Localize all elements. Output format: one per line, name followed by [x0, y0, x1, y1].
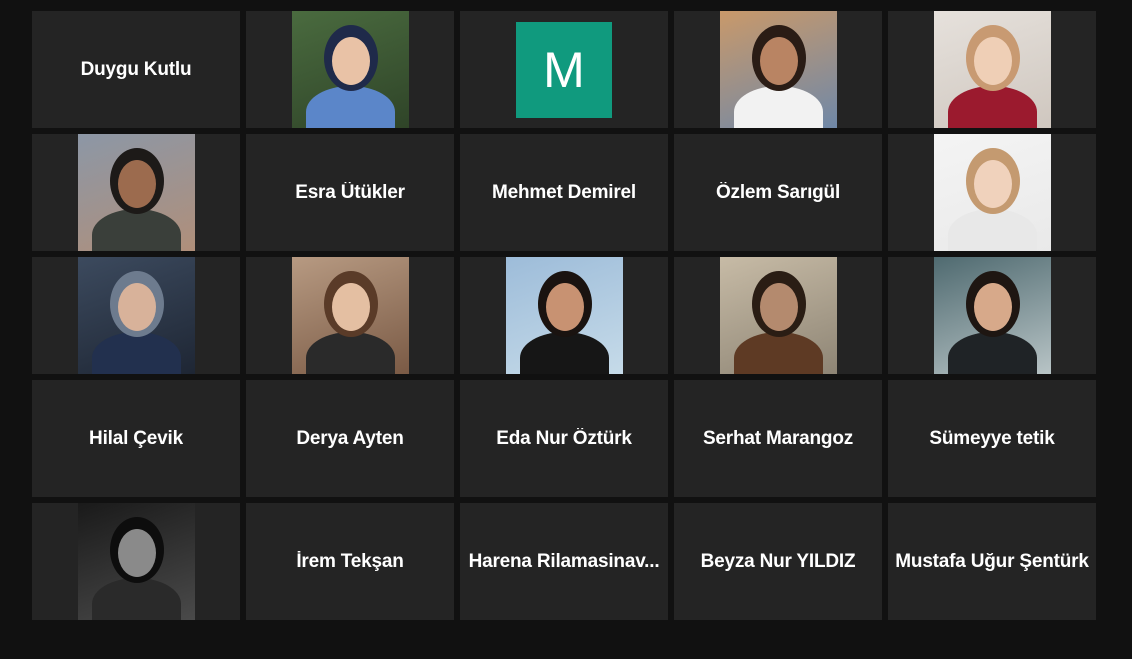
participant-tile[interactable]: Hilal Çevik	[32, 380, 240, 497]
avatar-face	[331, 37, 370, 85]
participant-tile[interactable]: Esra Ütükler	[246, 134, 454, 251]
avatar-face	[545, 283, 584, 331]
participant-tile[interactable]: Derya Ayten	[246, 380, 454, 497]
participant-tile[interactable]: Duygu Kutlu	[32, 11, 240, 128]
participant-photo	[719, 257, 837, 374]
participant-tile[interactable]	[246, 257, 454, 374]
participant-tile[interactable]: Özlem Sarıgül	[674, 134, 882, 251]
avatar-face	[973, 160, 1012, 208]
avatar-shoulders	[519, 332, 609, 374]
participant-tile[interactable]	[888, 134, 1096, 251]
avatar-face	[973, 283, 1012, 331]
participant-name: Esra Ütükler	[295, 181, 405, 203]
participant-name: Sümeyye tetik	[929, 427, 1055, 449]
participant-photo	[291, 11, 409, 128]
avatar-face	[117, 160, 156, 208]
participant-photo	[77, 257, 195, 374]
participant-tile[interactable]: Eda Nur Öztürk	[460, 380, 668, 497]
participant-tile[interactable]: Mustafa Uğur Şentürk	[888, 503, 1096, 620]
avatar-shoulders	[947, 86, 1037, 128]
participant-photo	[77, 503, 195, 620]
avatar-shoulders	[947, 209, 1037, 251]
participant-photo	[291, 257, 409, 374]
avatar-face	[331, 283, 370, 331]
participant-photo	[933, 11, 1051, 128]
participant-name: İrem Tekşan	[296, 550, 404, 572]
avatar-shoulders	[91, 578, 181, 620]
participant-name: Harena Rilamasinav...	[468, 550, 660, 572]
participant-tile[interactable]	[246, 11, 454, 128]
participant-name: Duygu Kutlu	[80, 58, 192, 80]
avatar-face	[759, 283, 798, 331]
participant-tile[interactable]	[460, 257, 668, 374]
participant-tile[interactable]	[32, 257, 240, 374]
avatar-shoulders	[733, 332, 823, 374]
participant-tile[interactable]: İrem Tekşan	[246, 503, 454, 620]
participant-tile[interactable]: Serhat Marangoz	[674, 380, 882, 497]
participant-tile[interactable]: Sümeyye tetik	[888, 380, 1096, 497]
avatar-shoulders	[305, 86, 395, 128]
initial-avatar: M	[516, 21, 612, 118]
avatar-face	[117, 529, 156, 577]
participant-name: Derya Ayten	[296, 427, 404, 449]
participant-tile[interactable]	[32, 134, 240, 251]
avatar-shoulders	[305, 332, 395, 374]
participant-name: Mehmet Demirel	[492, 181, 636, 203]
participant-tile[interactable]	[888, 11, 1096, 128]
avatar-shoulders	[733, 86, 823, 128]
participant-photo	[719, 11, 837, 128]
participant-name: Beyza Nur YILDIZ	[700, 550, 856, 572]
participant-gallery: Duygu Kutlu M Esra Ütükler Mehmet Demirel Öz…	[32, 11, 1096, 620]
participant-photo	[77, 134, 195, 251]
participant-photo	[933, 134, 1051, 251]
avatar-shoulders	[91, 332, 181, 374]
participant-photo	[505, 257, 623, 374]
avatar-shoulders	[947, 332, 1037, 374]
participant-tile[interactable]: Harena Rilamasinav...	[460, 503, 668, 620]
participant-tile[interactable]: Beyza Nur YILDIZ	[674, 503, 882, 620]
avatar-face	[759, 37, 798, 85]
participant-photo	[933, 257, 1051, 374]
participant-tile[interactable]	[674, 11, 882, 128]
participant-tile[interactable]	[888, 257, 1096, 374]
participant-tile[interactable]	[32, 503, 240, 620]
participant-name: Eda Nur Öztürk	[496, 427, 632, 449]
participant-tile[interactable]: Mehmet Demirel	[460, 134, 668, 251]
participant-tile[interactable]: M	[460, 11, 668, 128]
avatar-shoulders	[91, 209, 181, 251]
participant-tile[interactable]	[674, 257, 882, 374]
participant-name: Serhat Marangoz	[702, 427, 854, 449]
avatar-face	[117, 283, 156, 331]
participant-name: Hilal Çevik	[89, 427, 183, 449]
participant-name: Mustafa Uğur Şentürk	[895, 550, 1089, 572]
avatar-initial: M	[543, 41, 585, 98]
avatar-face	[973, 37, 1012, 85]
participant-name: Özlem Sarıgül	[715, 181, 841, 203]
